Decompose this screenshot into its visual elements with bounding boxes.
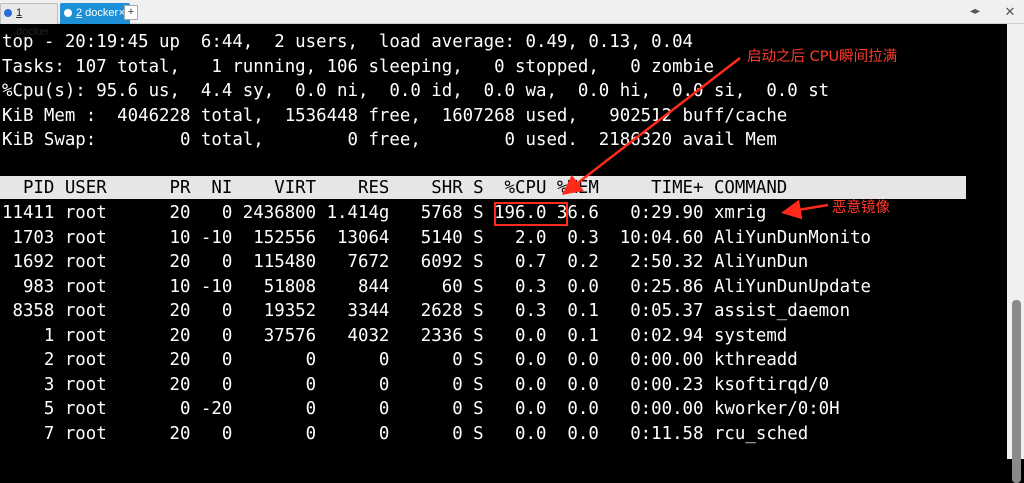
process-row: 983 root 10 -10 51808 844 60 S 0.3 0.0 0… bbox=[2, 276, 872, 297]
process-row: 1 root 20 0 37576 4032 2336 S 0.0 0.1 0:… bbox=[2, 325, 788, 346]
process-row: 1692 root 20 0 115480 7672 6092 S 0.7 0.… bbox=[2, 252, 809, 272]
process-table-header: PID USER PR NI VIRT RES SHR S %CPU %MEM … bbox=[2, 178, 788, 198]
summary-tasks-line: Tasks: 107 total, 1 running, 106 sleepin… bbox=[2, 56, 714, 77]
process-row: 11411 root 20 0 2436800 1.414g 5768 S 19… bbox=[2, 203, 767, 223]
session-status-icon bbox=[4, 9, 12, 17]
close-icon[interactable]: ✕ bbox=[1002, 4, 1018, 20]
process-table: 11411 root 20 0 2436800 1.414g 5768 S 19… bbox=[2, 201, 871, 446]
process-row: 3 root 20 0 0 0 0 S 0.0 0.0 0:00.23 ksof… bbox=[2, 374, 830, 395]
scrollbar-thumb[interactable] bbox=[1012, 300, 1021, 483]
process-row: 8358 root 20 0 19352 3344 2628 S 0.3 0.1… bbox=[2, 301, 851, 321]
new-tab-button[interactable]: + bbox=[124, 5, 138, 20]
summary-mem-line: KiB Mem : 4046228 total, 1536448 free, 1… bbox=[2, 105, 788, 126]
cpu-highlight-box bbox=[494, 202, 568, 226]
process-row: 2 root 20 0 0 0 0 S 0.0 0.0 0:00.00 kthr… bbox=[2, 350, 798, 370]
summary-swap-line: KiB Swap: 0 total, 0 free, 0 used. 21863… bbox=[2, 130, 777, 150]
cpu-annotation: 启动之后 CPU瞬间拉满 bbox=[747, 49, 898, 65]
process-row: 7 root 20 0 0 0 0 S 0.0 0.0 0:11.58 rcu_… bbox=[2, 423, 809, 444]
top-summary: top - 20:19:45 up 6:44, 2 users, load av… bbox=[2, 30, 829, 153]
process-row: 5 root 0 -20 0 0 0 S 0.0 0.0 0:00.00 kwo… bbox=[2, 399, 840, 419]
malicious-image-annotation: 恶意镜像 bbox=[832, 200, 890, 216]
process-row: 1703 root 10 -10 152556 13064 5140 S 2.0… bbox=[2, 227, 872, 248]
tab-bar: 1 docker 2 docker × + ◂▸ ✕ bbox=[0, 0, 1024, 38]
tab-docker-1[interactable]: 1 docker bbox=[0, 3, 58, 38]
tab-docker-2[interactable]: 2 docker × bbox=[60, 3, 130, 24]
vertical-scrollbar[interactable] bbox=[1007, 24, 1024, 483]
tab-number: 1 bbox=[16, 7, 23, 19]
tab-label: docker bbox=[82, 7, 119, 19]
tab-scroll-arrows-icon[interactable]: ◂▸ bbox=[970, 5, 994, 19]
summary-cpu-line: %Cpu(s): 95.6 us, 4.4 sy, 0.0 ni, 0.0 id… bbox=[2, 81, 830, 101]
session-status-icon bbox=[64, 9, 72, 17]
summary-uptime-line: top - 20:19:45 up 6:44, 2 users, load av… bbox=[2, 32, 694, 52]
